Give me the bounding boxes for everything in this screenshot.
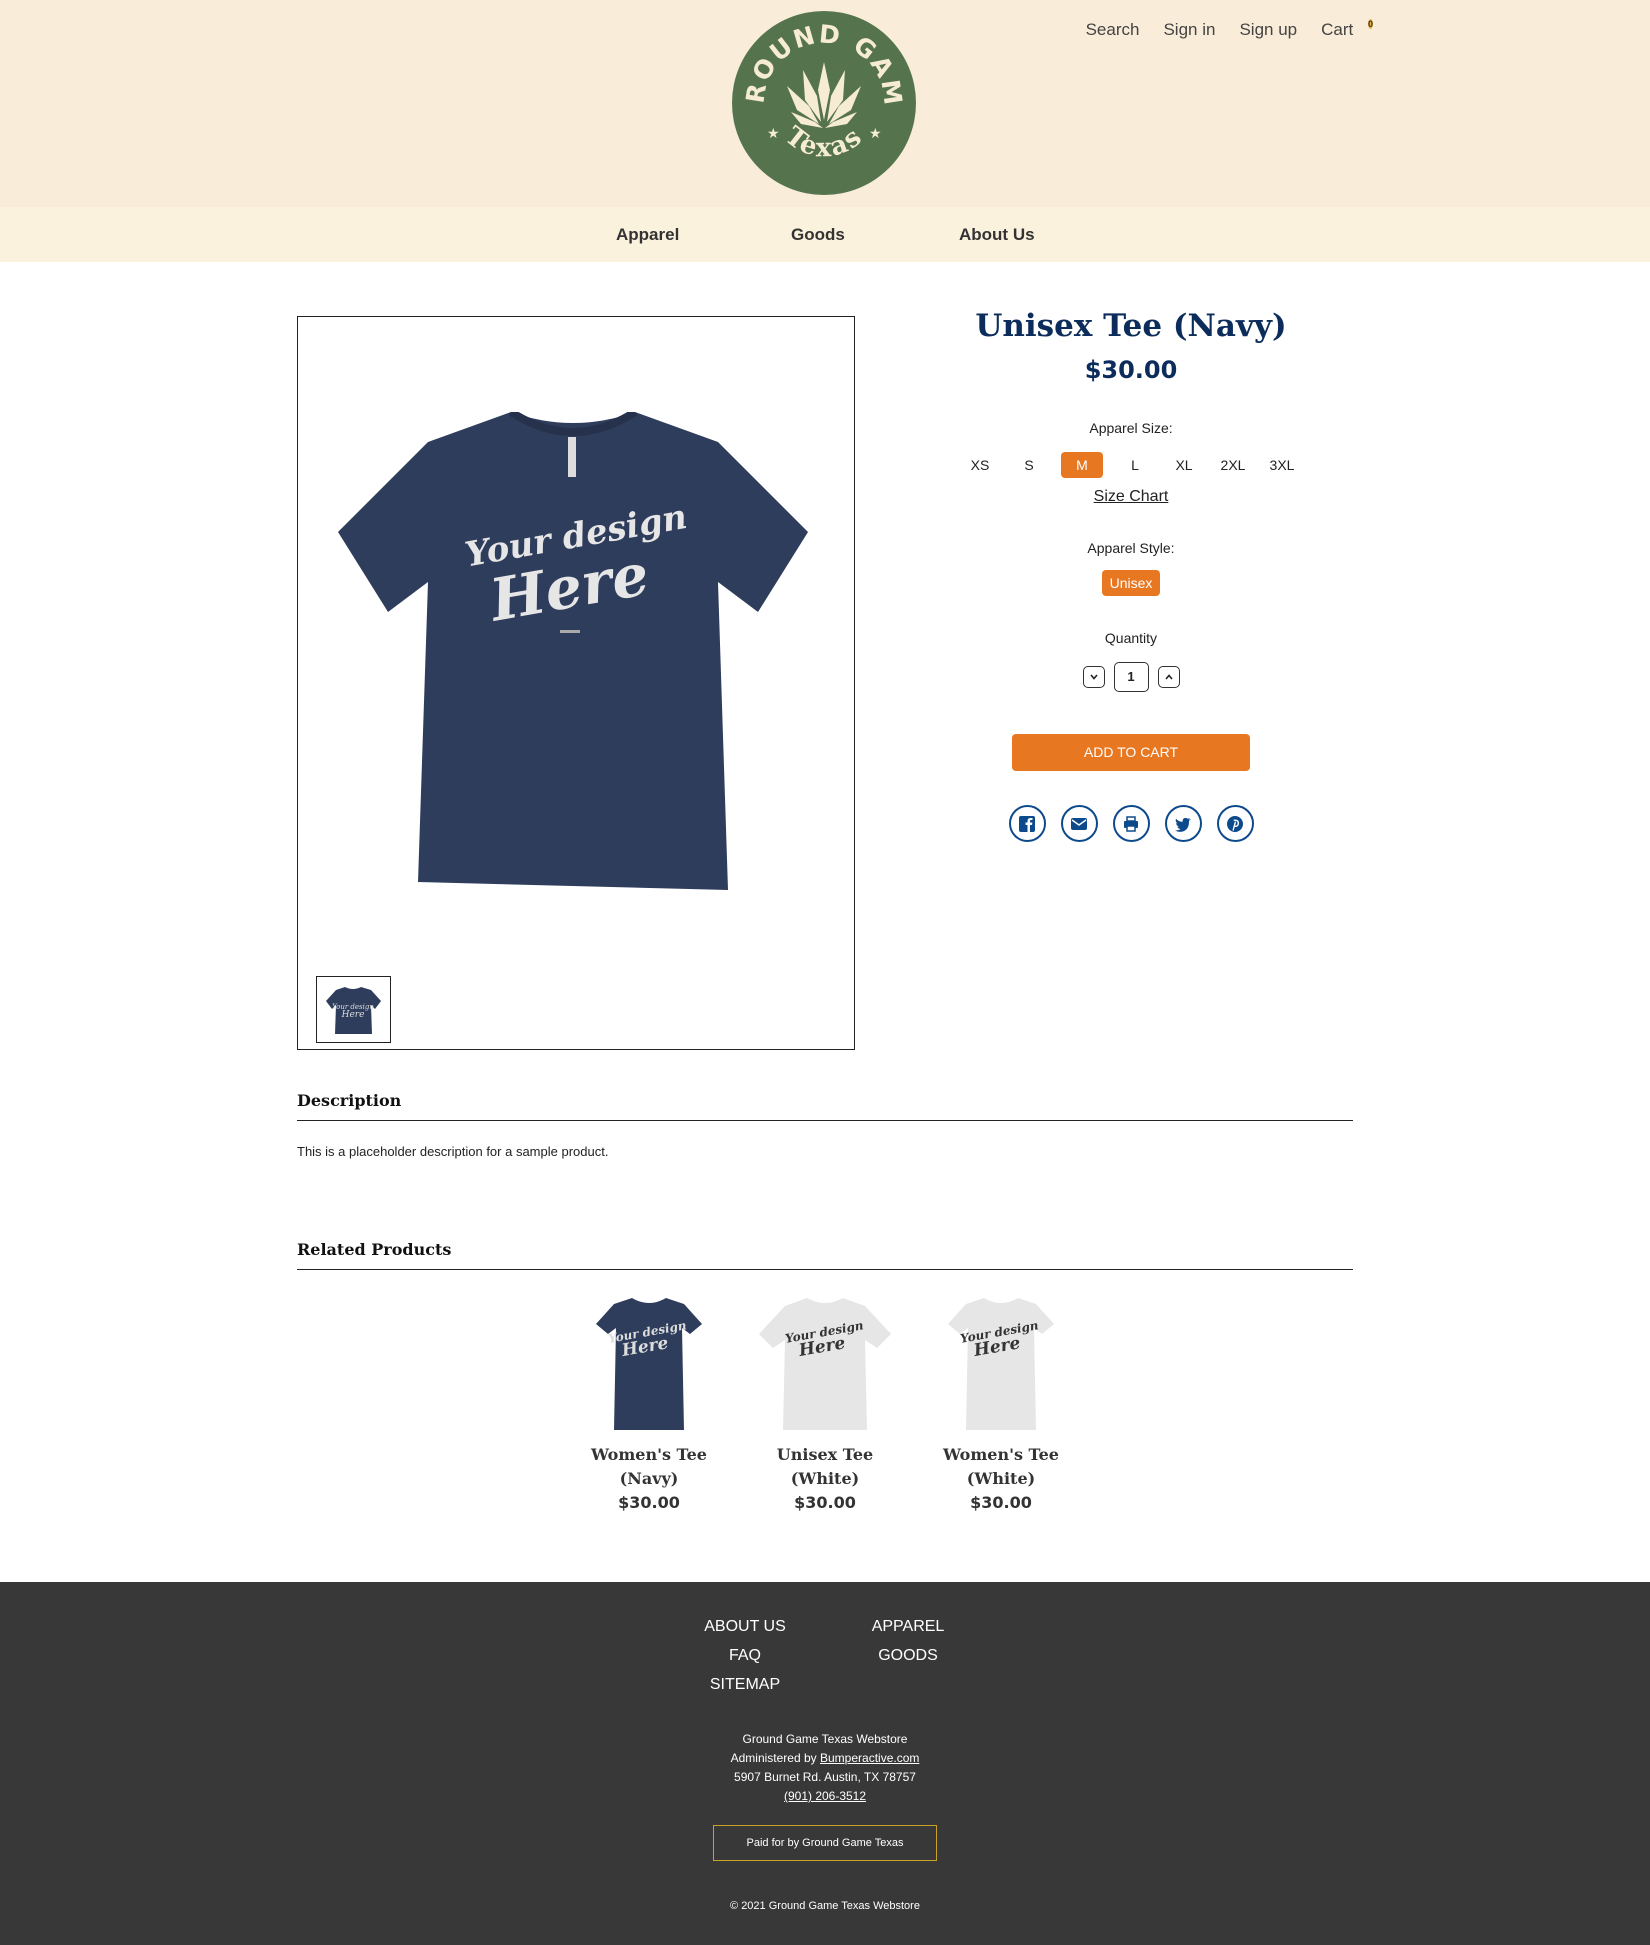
related-product-image: Your design Here (759, 1298, 891, 1430)
twitter-share-button[interactable] (1164, 805, 1202, 842)
related-products-divider (297, 1269, 1353, 1270)
nav-item-about-us[interactable]: About Us (959, 225, 1035, 245)
apparel-style-label: Apparel Style: (1087, 540, 1175, 556)
size-option-s[interactable]: S (1012, 452, 1046, 478)
paid-for-disclaimer: Paid for by Ground Game Texas (713, 1825, 937, 1861)
chevron-up-icon (1164, 674, 1173, 680)
related-product-price: $30.00 (794, 1493, 856, 1512)
description-divider (297, 1120, 1353, 1121)
quantity-stepper: 1 (900, 662, 1362, 692)
cart-label: Cart (1321, 20, 1354, 39)
quantity-input[interactable]: 1 (1113, 662, 1149, 692)
cart-count-badge: 0 (1367, 19, 1373, 29)
pinterest-icon (1227, 815, 1243, 832)
footer-link-faq[interactable]: FAQ (690, 1641, 800, 1670)
related-product-price: $30.00 (970, 1493, 1032, 1512)
footer-link-sitemap[interactable]: SITEMAP (690, 1670, 800, 1699)
footer-link-about-us[interactable]: ABOUT US (690, 1612, 800, 1641)
product-title: Unisex Tee (Navy) (975, 308, 1287, 344)
related-products-heading: Related Products (297, 1240, 452, 1259)
nav-item-goods[interactable]: Goods (791, 225, 845, 245)
footer-store-info: Ground Game Texas Webstore Administered … (0, 1730, 1650, 1806)
svg-text:★: ★ (869, 125, 882, 141)
email-share-button[interactable] (1060, 805, 1098, 842)
printer-icon (1124, 815, 1138, 832)
search-link[interactable]: Search (1086, 20, 1140, 40)
chevron-down-icon (1089, 674, 1098, 680)
description-heading: Description (297, 1091, 402, 1110)
footer-link-goods[interactable]: GOODS (858, 1641, 958, 1670)
ground-game-texas-logo[interactable]: GROUND GAME Texas ★ ★ (731, 10, 917, 196)
product-main-image[interactable]: Your design Here (338, 412, 808, 892)
svg-text:★: ★ (767, 125, 780, 141)
related-product-price: $30.00 (618, 1493, 680, 1512)
related-product-card[interactable]: Your design Here Women's Tee (Navy) $30.0… (579, 1290, 719, 1512)
footer-links-col1: ABOUT US FAQ SITEMAP (690, 1612, 800, 1699)
footer-links-col2: APPAREL GOODS (858, 1612, 958, 1670)
main-nav: Apparel Goods About Us (0, 207, 1650, 262)
footer-copyright: © 2021 Ground Game Texas Webstore (730, 1900, 920, 1912)
apparel-size-label: Apparel Size: (1089, 420, 1173, 436)
related-product-name: Unisex Tee (White) (776, 1445, 874, 1488)
print-button[interactable] (1112, 805, 1150, 842)
quantity-decrease-button[interactable] (1082, 666, 1105, 688)
size-option-xl[interactable]: XL (1167, 452, 1201, 478)
product-price: $30.00 (1084, 356, 1178, 384)
facebook-icon (1019, 815, 1035, 832)
product-info: Unisex Tee (Navy) $30.00 Apparel Size: X… (900, 300, 1362, 842)
size-option-2xl[interactable]: 2XL (1216, 452, 1250, 478)
nav-item-apparel[interactable]: Apparel (616, 225, 679, 245)
style-option-unisex[interactable]: Unisex (1101, 570, 1161, 596)
bumperactive-link[interactable]: Bumperactive.com (820, 1751, 919, 1765)
quantity-label: Quantity (1104, 630, 1158, 646)
envelope-icon (1071, 817, 1087, 830)
related-product-card[interactable]: Your design Here Women's Tee (White) $30.… (931, 1290, 1071, 1512)
size-option-3xl[interactable]: 3XL (1265, 452, 1299, 478)
description-text: This is a placeholder description for a … (297, 1144, 609, 1159)
product-image-gallery: Your design Here Your design Here (297, 316, 855, 1050)
size-option-xs[interactable]: XS (963, 452, 997, 478)
share-buttons (900, 805, 1362, 842)
add-to-cart-button[interactable]: ADD TO CART (1012, 734, 1250, 771)
sign-up-link[interactable]: Sign up (1239, 20, 1297, 40)
footer-address: 5907 Burnet Rd. Austin, TX 78757 (734, 1770, 916, 1784)
footer-phone-link[interactable]: (901) 206-3512 (784, 1789, 866, 1803)
svg-text:Here: Here (341, 1010, 365, 1020)
pinterest-share-button[interactable] (1216, 805, 1254, 842)
facebook-share-button[interactable] (1008, 805, 1046, 842)
footer-admin-line: Administered by Bumperactive.com (730, 1751, 920, 1765)
related-product-image: Your design Here (948, 1298, 1054, 1430)
cart-link[interactable]: Cart 0 (1321, 19, 1373, 40)
related-product-card[interactable]: Your design Here Unisex Tee (White) $30.0… (755, 1290, 895, 1512)
site-footer: ABOUT US FAQ SITEMAP APPAREL GOODS Groun… (0, 1582, 1650, 1945)
account-links: Search Sign in Sign up Cart 0 (1086, 19, 1373, 40)
footer-store-name: Ground Game Texas Webstore (742, 1732, 908, 1746)
size-selector: XS S M L XL 2XL 3XL (900, 452, 1362, 478)
sign-in-link[interactable]: Sign in (1163, 20, 1215, 40)
related-product-name: Women's Tee (White) (943, 1445, 1059, 1488)
size-option-m[interactable]: M (1061, 452, 1103, 478)
size-option-l[interactable]: L (1118, 452, 1152, 478)
size-chart-link[interactable]: Size Chart (1094, 488, 1169, 506)
twitter-icon (1175, 817, 1191, 832)
product-thumbnail[interactable]: Your design Here (316, 976, 391, 1043)
related-product-image: Your design Here (596, 1298, 702, 1430)
footer-link-apparel[interactable]: APPAREL (858, 1612, 958, 1641)
site-header: GROUND GAME Texas ★ ★ Search Sign in Sig… (0, 0, 1650, 207)
quantity-increase-button[interactable] (1157, 666, 1180, 688)
related-product-name: Women's Tee (Navy) (591, 1445, 707, 1488)
